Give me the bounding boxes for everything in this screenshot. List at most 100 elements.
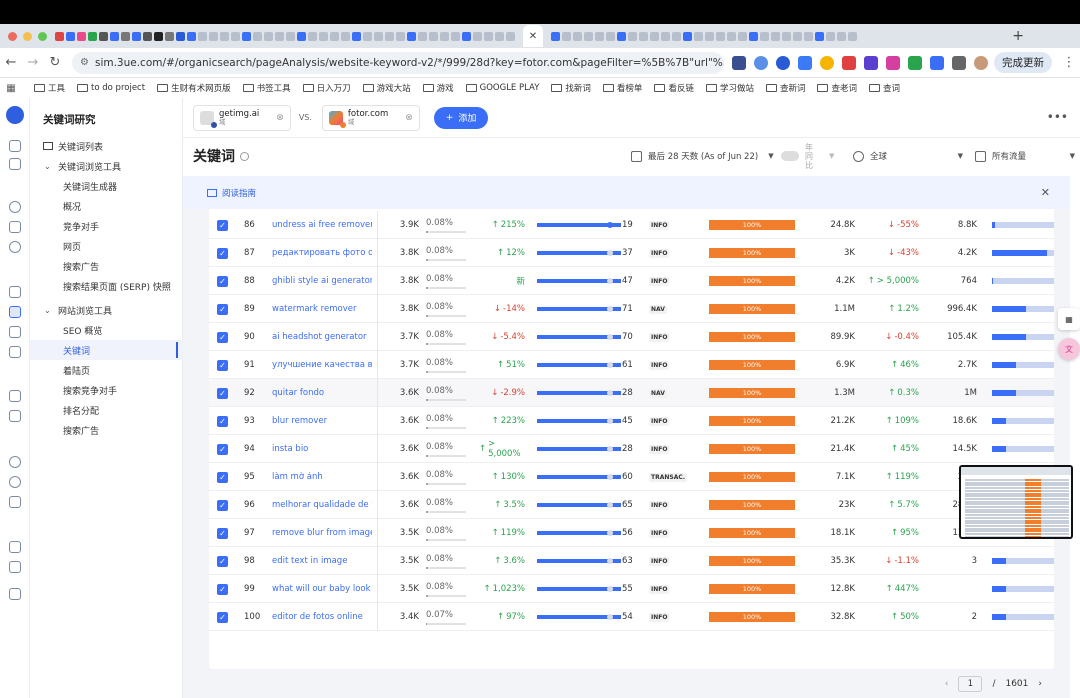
bookmark-item[interactable]: 看榜单: [602, 82, 642, 94]
tab-favicon[interactable]: [176, 31, 185, 41]
keyword-link[interactable]: undress ai free remover: [272, 220, 372, 230]
yoy-toggle[interactable]: 年同比 ▼: [781, 143, 834, 170]
tab-favicon[interactable]: [848, 31, 857, 41]
checkbox[interactable]: ✓: [217, 527, 228, 539]
profile-avatar[interactable]: [974, 55, 988, 70]
domain-chip[interactable]: getimg.ai 域 ⊗: [193, 104, 291, 131]
tab-favicon[interactable]: [286, 31, 295, 41]
checkbox[interactable]: ✓: [217, 499, 228, 511]
apps-grid-icon[interactable]: ▦: [0, 83, 22, 94]
sidebar-item[interactable]: 搜索广告: [30, 420, 183, 440]
tab-favicon[interactable]: [209, 31, 218, 41]
extension-icon[interactable]: [908, 55, 922, 70]
sidebar-item[interactable]: 竞争对手: [30, 216, 183, 236]
translate-float-icon[interactable]: 文: [1058, 338, 1080, 360]
keyword-link[interactable]: remove blur from image: [272, 528, 372, 538]
tab-favicon[interactable]: [495, 31, 504, 41]
tab-favicon[interactable]: [683, 31, 692, 41]
tab-favicon[interactable]: [154, 31, 163, 41]
url-bar[interactable]: ⚙ sim.3ue.com/#/organicsearch/pageAnalys…: [72, 51, 724, 74]
checkbox[interactable]: ✓: [217, 471, 228, 483]
close-banner-icon[interactable]: ✕: [1041, 186, 1050, 199]
checkbox[interactable]: ✓: [217, 555, 228, 567]
table-row[interactable]: ✓ 97 remove blur from image 3.5K 0.08% ↑ 119% 5…: [209, 519, 1054, 547]
country-select[interactable]: 全球 ▼: [853, 146, 963, 166]
table-row[interactable]: ✓ 88 ghibli style ai generator free 3.8K 0.0…: [209, 267, 1054, 295]
checkbox[interactable]: ✓: [217, 331, 228, 343]
extensions-puzzle-icon[interactable]: [952, 55, 966, 70]
keyword-link[interactable]: watermark remover: [272, 304, 372, 314]
keyword-link[interactable]: улучшение качества видео: [272, 360, 372, 370]
phone-icon[interactable]: [9, 561, 21, 573]
tab-favicon[interactable]: [121, 31, 130, 41]
sidebar-item[interactable]: ⌄ 关键词浏览工具: [30, 156, 183, 176]
bookmark-item[interactable]: 查新词: [765, 82, 805, 94]
forward-icon[interactable]: →: [22, 55, 44, 70]
sidebar-item[interactable]: 搜索广告: [30, 256, 183, 276]
link-icon[interactable]: [9, 326, 21, 338]
bookmark-item[interactable]: 工具: [34, 82, 65, 94]
tab-favicon[interactable]: [418, 31, 427, 41]
tab-favicon[interactable]: [473, 31, 482, 41]
tab-favicon[interactable]: [165, 31, 174, 41]
checkbox[interactable]: ✓: [217, 611, 228, 623]
back-icon[interactable]: ←: [0, 55, 22, 70]
globe-icon[interactable]: [9, 201, 21, 213]
table-row[interactable]: ✓ 92 quitar fondo 3.6K 0.08% ↓ -2.9% 28 NAV 100% 1…: [209, 379, 1054, 407]
tab-favicon[interactable]: [374, 31, 383, 41]
checkbox[interactable]: ✓: [217, 583, 228, 595]
checkbox[interactable]: ✓: [217, 275, 228, 287]
tab-favicon[interactable]: [749, 31, 758, 41]
bar-chart-icon[interactable]: [9, 286, 21, 298]
tab-favicon[interactable]: [826, 31, 835, 41]
tab-favicon[interactable]: [771, 31, 780, 41]
extension-icon[interactable]: [820, 55, 834, 70]
tab-favicon[interactable]: [804, 31, 813, 41]
sidebar-item[interactable]: 排名分配: [30, 400, 183, 420]
tab-favicon[interactable]: [727, 31, 736, 41]
table-row[interactable]: ✓ 99 what will our baby look like 3.5K 0.08%…: [209, 575, 1054, 603]
clipboard-icon[interactable]: [9, 541, 21, 553]
checkbox[interactable]: ✓: [217, 359, 228, 371]
bookmark-item[interactable]: 找新词: [551, 82, 591, 94]
reading-guide-link[interactable]: 阅读指南: [222, 187, 256, 199]
sidebar-item[interactable]: 着陆页: [30, 360, 183, 380]
extension-icon[interactable]: [776, 55, 790, 70]
tab-favicon[interactable]: [407, 31, 416, 41]
tab-favicon[interactable]: [264, 31, 273, 41]
tab-favicon[interactable]: [275, 31, 284, 41]
keyword-link[interactable]: insta bio: [272, 444, 372, 454]
bookmark-item[interactable]: 查老词: [817, 82, 857, 94]
sidebar-item[interactable]: 关键词: [30, 340, 183, 360]
keyword-link[interactable]: blur remover: [272, 416, 372, 426]
tab-favicon[interactable]: [88, 31, 97, 41]
add-domain-button[interactable]: + 添加: [433, 106, 489, 129]
bookmark-icon[interactable]: [9, 158, 21, 170]
bookmark-item[interactable]: 学习做站: [705, 82, 754, 94]
checkbox[interactable]: ✓: [217, 303, 228, 315]
tab-favicon[interactable]: [606, 31, 615, 41]
more-options-icon[interactable]: •••: [1047, 110, 1068, 124]
tab-favicon[interactable]: [837, 31, 846, 41]
reload-icon[interactable]: ↻: [44, 55, 66, 70]
sidebar-item[interactable]: 关键词列表: [30, 136, 183, 156]
tab-favicon[interactable]: [617, 31, 626, 41]
sparkle-icon[interactable]: [9, 390, 21, 402]
sidebar-item[interactable]: 关键词生成器: [30, 176, 183, 196]
tab-favicon[interactable]: [506, 31, 515, 41]
checkbox[interactable]: ✓: [217, 247, 228, 259]
tab-favicon[interactable]: [551, 31, 560, 41]
compare-icon[interactable]: [9, 221, 21, 233]
site-info-icon[interactable]: ⚙: [80, 57, 89, 68]
tab-favicon[interactable]: [661, 31, 670, 41]
tab-favicon[interactable]: [132, 31, 141, 41]
tab-favicon[interactable]: [66, 31, 75, 41]
table-row[interactable]: ✓ 90 ai headshot generator 3.7K 0.08% ↓ -5.4% 7…: [209, 323, 1054, 351]
tab-favicon[interactable]: [672, 31, 681, 41]
tab-favicon[interactable]: [429, 31, 438, 41]
ai-icon[interactable]: [9, 410, 21, 422]
tab-favicon[interactable]: [584, 31, 593, 41]
tab-favicon[interactable]: [738, 31, 747, 41]
checkbox[interactable]: ✓: [217, 415, 228, 427]
crown-icon[interactable]: [9, 588, 21, 600]
